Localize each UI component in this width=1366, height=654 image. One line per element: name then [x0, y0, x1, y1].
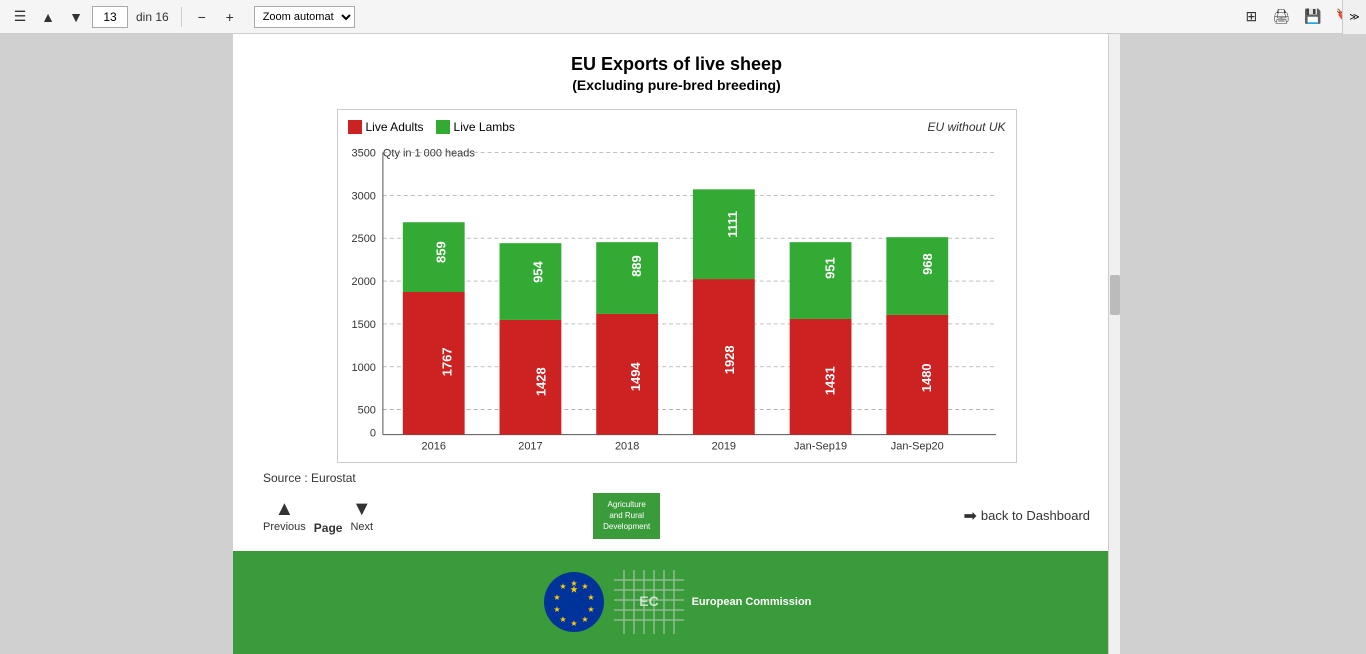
- eu-commission-text: European Commission: [692, 596, 812, 608]
- chart-wrapper: Live Adults Live Lambs EU without UK 350…: [337, 109, 1017, 463]
- svg-text:0: 0: [369, 428, 375, 440]
- page-body: EU Exports of live sheep (Excluding pure…: [233, 34, 1120, 485]
- bar-jansep20-adults: [886, 315, 948, 435]
- eu-flag-icon: ★ ★ ★ ★ ★ ★ ★ ★ ★ ★: [542, 570, 606, 634]
- expand-panel-button[interactable]: ≫: [1342, 0, 1366, 34]
- legend-adults-label: Live Adults: [366, 120, 424, 134]
- legend-lambs: Live Lambs: [436, 120, 515, 134]
- zoom-container: Zoom automat 50% 75% 100% 125% 150% 200%: [254, 6, 355, 28]
- zoom-select[interactable]: Zoom automat 50% 75% 100% 125% 150% 200%: [254, 6, 355, 28]
- chart-subtitle: (Excluding pure-bred breeding): [263, 77, 1090, 93]
- bar-chart: 3500 3000 2500 2000 1500 1000 500 0 Qty …: [348, 142, 1006, 452]
- svg-text:2000: 2000: [351, 276, 375, 288]
- agri-badge: Agricultureand RuralDevelopment: [593, 493, 660, 539]
- svg-text:Jan-Sep20: Jan-Sep20: [890, 441, 943, 452]
- main-area: EU Exports of live sheep (Excluding pure…: [0, 34, 1366, 654]
- source-text: Source : Eurostat: [263, 471, 1090, 485]
- svg-text:★: ★: [581, 615, 588, 624]
- chart-legend: Live Adults Live Lambs EU without UK: [348, 120, 1006, 134]
- bar-jansep20-lambs: [886, 237, 948, 315]
- bar-jansep19-lambs: [789, 242, 851, 319]
- svg-text:3500: 3500: [351, 147, 375, 159]
- back-dashboard-button[interactable]: ➡ back to Dashboard: [963, 506, 1090, 526]
- page-middle-label: Page: [314, 521, 343, 535]
- svg-text:1431: 1431: [822, 366, 837, 395]
- page-number-input[interactable]: 13: [92, 6, 128, 28]
- eu-note: EU without UK: [927, 120, 1005, 134]
- legend-adults-color: [348, 120, 362, 134]
- next-label: Next: [350, 521, 373, 533]
- svg-text:★: ★: [559, 582, 566, 591]
- present-button[interactable]: ⊞: [1239, 5, 1263, 29]
- prev-page-button[interactable]: ▲ Previous: [263, 498, 306, 533]
- back-dashboard-label: back to Dashboard: [981, 508, 1090, 523]
- sidebar-toggle-button[interactable]: ☰: [8, 5, 32, 29]
- scrollbar-thumb[interactable]: [1110, 275, 1120, 315]
- svg-text:1928: 1928: [721, 345, 736, 374]
- svg-text:★: ★: [587, 593, 594, 602]
- back-arrow-icon: ➡: [963, 506, 976, 526]
- ec-building-icon: EC: [614, 570, 684, 634]
- left-margin: [0, 34, 233, 654]
- svg-text:★: ★: [587, 605, 594, 614]
- svg-text:2017: 2017: [518, 441, 542, 452]
- svg-text:951: 951: [822, 257, 837, 279]
- svg-text:1494: 1494: [628, 362, 643, 392]
- bar-jansep19-adults: [789, 319, 851, 435]
- scroll-up-button[interactable]: ▲: [36, 5, 60, 29]
- svg-text:Qty in 1 000 heads: Qty in 1 000 heads: [382, 147, 474, 159]
- svg-text:★: ★: [553, 605, 560, 614]
- svg-text:1428: 1428: [533, 367, 548, 396]
- svg-text:1480: 1480: [919, 363, 934, 392]
- svg-text:★: ★: [553, 593, 560, 602]
- svg-text:500: 500: [357, 405, 375, 417]
- legend-lambs-color: [436, 120, 450, 134]
- svg-text:3000: 3000: [351, 190, 375, 202]
- svg-text:Jan-Sep19: Jan-Sep19: [794, 441, 847, 452]
- next-arrow-icon: ▼: [352, 498, 372, 521]
- svg-text:2016: 2016: [421, 441, 445, 452]
- eu-commission-logo: ★ ★ ★ ★ ★ ★ ★ ★ ★ ★: [542, 570, 812, 634]
- svg-text:889: 889: [629, 255, 644, 277]
- svg-text:2019: 2019: [711, 441, 735, 452]
- zoom-out-button[interactable]: −: [190, 5, 214, 29]
- toolbar-right: ⊞ 🖨 💾 🔖: [1239, 5, 1358, 29]
- bar-2018-lambs: [596, 242, 658, 314]
- green-footer: ★ ★ ★ ★ ★ ★ ★ ★ ★ ★: [233, 551, 1120, 654]
- svg-text:★: ★: [570, 619, 577, 628]
- bar-2016-adults: [402, 292, 464, 435]
- svg-text:2018: 2018: [614, 441, 638, 452]
- svg-text:859: 859: [433, 241, 448, 263]
- legend-adults: Live Adults: [348, 120, 424, 134]
- prev-arrow-icon: ▲: [275, 498, 295, 521]
- svg-text:954: 954: [530, 260, 545, 282]
- navigation-area: ▲ Previous Page ▼ Next Agricultureand Ru…: [233, 485, 1120, 551]
- next-page-button[interactable]: ▼ Next: [350, 498, 373, 533]
- scroll-down-button[interactable]: ▼: [64, 5, 88, 29]
- svg-text:★: ★: [570, 579, 577, 588]
- agri-badge-text: Agricultureand RuralDevelopment: [603, 500, 650, 531]
- svg-text:★: ★: [581, 582, 588, 591]
- svg-text:1767: 1767: [439, 347, 454, 376]
- prev-label: Previous: [263, 521, 306, 533]
- scrollbar-track[interactable]: [1108, 34, 1120, 654]
- separator-1: [181, 7, 182, 27]
- toolbar: ☰ ▲ ▼ 13 din 16 − + Zoom automat 50% 75%…: [0, 0, 1366, 34]
- save-button[interactable]: 💾: [1299, 5, 1326, 29]
- svg-text:1000: 1000: [351, 362, 375, 374]
- bar-2017-adults: [499, 320, 561, 435]
- legend-lambs-label: Live Lambs: [454, 120, 515, 134]
- svg-text:★: ★: [559, 615, 566, 624]
- page-content-area: EU Exports of live sheep (Excluding pure…: [233, 34, 1120, 654]
- svg-text:2500: 2500: [351, 233, 375, 245]
- page-total: din 16: [136, 10, 169, 24]
- right-margin: [1120, 34, 1366, 654]
- svg-text:1111: 1111: [724, 211, 739, 238]
- svg-text:1500: 1500: [351, 319, 375, 331]
- zoom-in-button[interactable]: +: [218, 5, 242, 29]
- svg-text:EC: EC: [639, 593, 658, 609]
- chart-title: EU Exports of live sheep: [263, 54, 1090, 75]
- print-button[interactable]: 🖨: [1267, 5, 1295, 29]
- svg-text:968: 968: [920, 253, 935, 275]
